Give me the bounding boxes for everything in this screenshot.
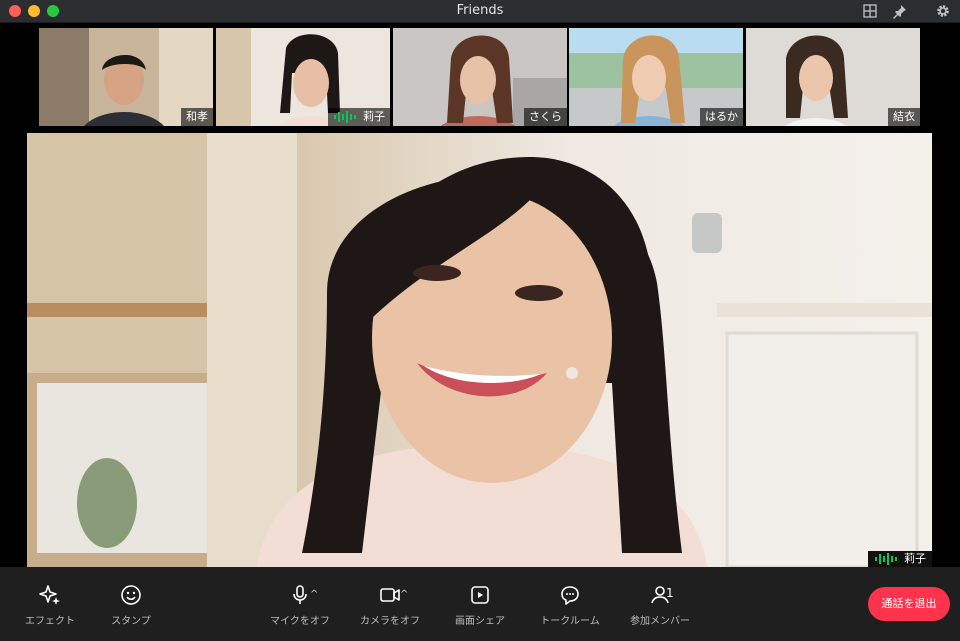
- stage-name-badge: 莉子: [868, 551, 932, 567]
- mic-toggle-label: マイクをオフ: [270, 616, 330, 627]
- grid-layout-icon[interactable]: [862, 3, 878, 19]
- main-video-stage: [27, 133, 932, 567]
- participant-name: 和孝: [181, 108, 213, 126]
- microphone-icon: [293, 585, 307, 604]
- members-label: 参加メンバー: [630, 616, 690, 627]
- camera-toggle-button[interactable]: ^ カメラをオフ: [350, 583, 430, 627]
- effects-label: エフェクト: [25, 616, 75, 627]
- participant-tile[interactable]: 結衣: [746, 28, 920, 126]
- gear-icon[interactable]: [935, 3, 951, 19]
- effects-button[interactable]: エフェクト: [10, 583, 90, 627]
- participant-tile[interactable]: 莉子: [216, 28, 390, 126]
- pin-icon[interactable]: [892, 3, 908, 19]
- window-title: Friends: [456, 3, 504, 18]
- participant-name: 結衣: [888, 108, 920, 126]
- sparkle-icon: [39, 585, 60, 605]
- screen-share-button[interactable]: 画面シェア: [440, 583, 520, 627]
- speaking-indicator-icon: [334, 111, 356, 123]
- talk-room-label: トークルーム: [540, 616, 600, 627]
- chat-bubble-icon: [561, 586, 579, 605]
- participant-name: さくら: [524, 108, 567, 126]
- smiley-icon: [121, 585, 141, 605]
- stamps-label: スタンプ: [111, 616, 151, 627]
- mic-toggle-button[interactable]: ^ マイクをオフ: [260, 583, 340, 627]
- participant-tile[interactable]: さくら: [393, 28, 567, 126]
- mic-options-caret-icon[interactable]: ^: [310, 589, 318, 600]
- participant-name: はるか: [700, 108, 743, 126]
- talk-room-button[interactable]: トークルーム: [530, 583, 610, 627]
- participant-name: 莉子: [363, 110, 385, 123]
- speaker-video: [27, 133, 932, 567]
- participant-name-badge: 莉子: [328, 108, 390, 126]
- speaking-indicator-icon: [875, 553, 897, 565]
- camera-options-caret-icon[interactable]: ^: [400, 589, 408, 600]
- camera-icon: [380, 588, 400, 602]
- title-bar: Friends: [0, 0, 960, 23]
- screen-share-label: 画面シェア: [455, 616, 505, 627]
- screen-share-icon: [471, 586, 489, 604]
- members-button[interactable]: 1 参加メンバー: [620, 583, 700, 627]
- stamps-button[interactable]: スタンプ: [91, 583, 171, 627]
- stage-speaker-name: 莉子: [904, 552, 926, 565]
- leave-call-button[interactable]: 通話を退出: [868, 587, 950, 621]
- call-toolbar: エフェクト スタンプ ^ マイクをオフ ^ カメラをオフ 画面シェア トークルー…: [0, 567, 960, 641]
- participant-tile[interactable]: はるか: [569, 28, 743, 126]
- participant-tile[interactable]: 和孝: [39, 28, 213, 126]
- camera-toggle-label: カメラをオフ: [360, 616, 420, 627]
- member-count: 1: [666, 586, 674, 600]
